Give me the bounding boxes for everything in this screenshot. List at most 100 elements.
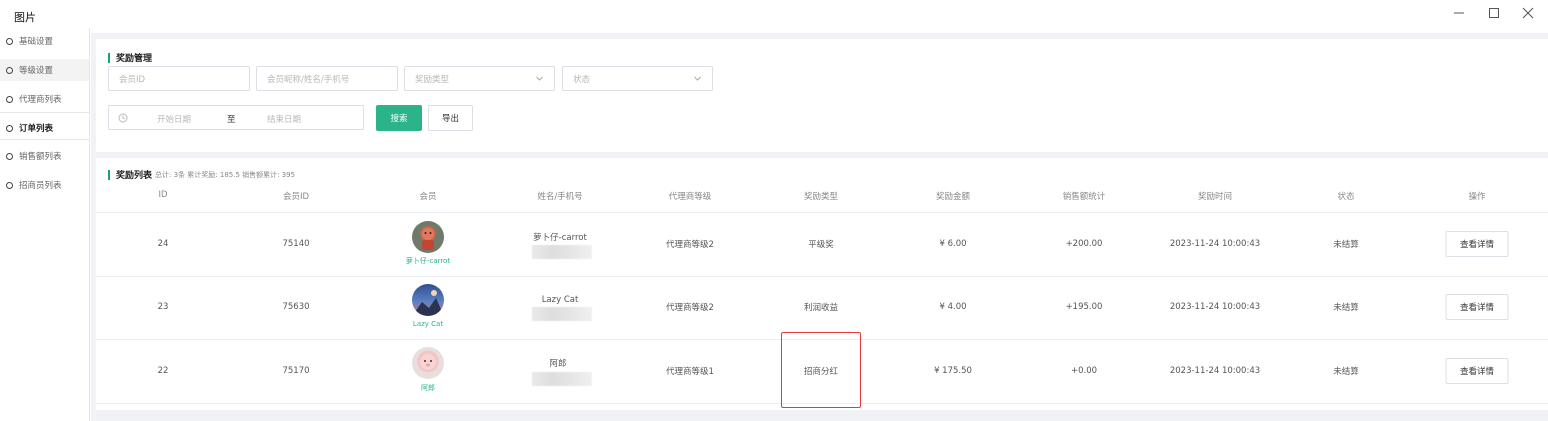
blurred-phone xyxy=(532,372,592,386)
avatar xyxy=(412,284,444,316)
radio-dot-icon xyxy=(6,124,13,132)
cell-reward-type: 利润收益 xyxy=(803,303,839,313)
member-id-input[interactable]: 会员ID xyxy=(108,66,250,91)
cell-reward-amount: ¥ 4.00 xyxy=(939,302,967,312)
cell-member-id: 75170 xyxy=(282,366,310,376)
member-info-input[interactable]: 会员昵称/姓名/手机号 xyxy=(256,66,398,91)
cell-reward-amount: ¥ 6.00 xyxy=(939,239,967,249)
maximize-icon[interactable] xyxy=(1486,5,1502,21)
section-accent-bar xyxy=(108,169,110,180)
filter-section-title: 奖励管理 xyxy=(108,51,152,64)
sidebar-item-label: 基础设置 xyxy=(19,37,54,47)
column-header-reward-amount: 奖励金额 xyxy=(935,192,971,202)
cell-agent-level: 代理商等级2 xyxy=(666,240,714,250)
sidebar-item-label: 招商员列表 xyxy=(19,181,62,191)
window-titlebar: 图片 xyxy=(0,0,1548,33)
close-icon[interactable] xyxy=(1520,5,1536,21)
column-header-actions: 操作 xyxy=(1468,192,1486,202)
cell-agent-level: 代理商等级1 xyxy=(666,367,714,377)
window-title: 图片 xyxy=(14,11,36,24)
sidebar-item-basic-settings[interactable]: 基础设置 xyxy=(0,30,89,52)
cell-reward-time: 2023-11-24 10:00:43 xyxy=(1169,239,1261,249)
column-header-name-phone: 姓名/手机号 xyxy=(537,192,583,202)
chevron-down-icon xyxy=(535,74,544,86)
minimize-icon[interactable] xyxy=(1451,5,1467,21)
row-divider xyxy=(96,212,1548,213)
cell-name: 阿郎 xyxy=(549,359,567,369)
cell-reward-type: 平级奖 xyxy=(808,240,834,250)
avatar xyxy=(412,347,444,379)
sidebar-item-order-list[interactable]: 订单列表 xyxy=(0,117,89,139)
column-header-reward-type: 奖励类型 xyxy=(803,192,839,202)
cell-reward-amount: ¥ 175.50 xyxy=(934,366,972,376)
sidebar-divider xyxy=(0,112,89,113)
view-details-button[interactable]: 查看详情 xyxy=(1445,358,1509,384)
list-section-title: 奖励列表 总计: 3条 累计奖励: 185.5 销售额累计: 395 xyxy=(108,168,295,181)
cell-sales-total: +200.00 xyxy=(1065,239,1103,249)
member-nickname: 阿郎 xyxy=(421,384,435,392)
cell-member-id: 75630 xyxy=(282,302,310,312)
view-details-button[interactable]: 查看详情 xyxy=(1445,231,1509,257)
radio-dot-icon xyxy=(6,181,13,189)
radio-dot-icon xyxy=(6,152,13,160)
sidebar: 基础设置 等级设置 代理商列表 订单列表 销售额列表 招商员列表 xyxy=(0,28,90,421)
radio-dot-icon xyxy=(6,37,13,45)
chevron-down-icon xyxy=(693,74,702,86)
cell-id: 24 xyxy=(157,239,169,249)
avatar xyxy=(412,221,444,253)
highlight-annotation-box xyxy=(781,332,861,408)
sidebar-item-recruiter-list[interactable]: 招商员列表 xyxy=(0,174,89,196)
clock-icon xyxy=(118,113,128,126)
start-date-input[interactable]: 开始日期 xyxy=(157,113,191,125)
sidebar-item-level-settings[interactable]: 等级设置 xyxy=(0,59,89,81)
sidebar-item-sales-list[interactable]: 销售额列表 xyxy=(0,145,89,167)
cell-id: 22 xyxy=(157,366,169,376)
cell-sales-total: +0.00 xyxy=(1070,366,1098,376)
view-details-button[interactable]: 查看详情 xyxy=(1445,294,1509,320)
placeholder-text: 奖励类型 xyxy=(415,74,450,85)
section-title-text: 奖励列表 xyxy=(116,171,153,181)
cell-status: 未结算 xyxy=(1333,367,1359,377)
column-header-status: 状态 xyxy=(1337,192,1355,202)
placeholder-text: 状态 xyxy=(573,74,591,85)
list-summary: 总计: 3条 累计奖励: 185.5 销售额累计: 395 xyxy=(155,170,296,179)
sidebar-item-label: 订单列表 xyxy=(19,124,54,134)
reward-type-select[interactable]: 奖励类型 xyxy=(404,66,555,91)
sidebar-item-label: 代理商列表 xyxy=(19,95,62,105)
radio-dot-icon xyxy=(6,95,13,103)
cell-status: 未结算 xyxy=(1333,240,1359,250)
column-header-member: 会员 xyxy=(419,192,437,202)
column-header-member-id: 会员ID xyxy=(282,192,310,202)
cell-reward-time: 2023-11-24 10:00:43 xyxy=(1169,366,1261,376)
cell-sales-total: +195.00 xyxy=(1065,302,1103,312)
date-range-picker[interactable]: 开始日期 至 结束日期 xyxy=(108,105,364,130)
date-separator: 至 xyxy=(227,115,236,125)
placeholder-text: 会员昵称/姓名/手机号 xyxy=(267,74,350,85)
export-button[interactable]: 导出 xyxy=(428,105,473,131)
cell-agent-level: 代理商等级2 xyxy=(666,303,714,313)
section-accent-bar xyxy=(108,52,110,63)
filter-panel xyxy=(96,39,1548,152)
section-title-text: 奖励管理 xyxy=(116,54,153,64)
cell-member-id: 75140 xyxy=(282,239,310,249)
cell-name: Lazy Cat xyxy=(541,295,579,305)
end-date-input[interactable]: 结束日期 xyxy=(267,113,301,125)
blurred-phone xyxy=(532,245,592,259)
sidebar-item-label: 等级设置 xyxy=(19,66,54,76)
row-divider xyxy=(96,276,1548,277)
sidebar-item-label: 销售额列表 xyxy=(19,152,62,162)
placeholder-text: 会员ID xyxy=(119,74,146,85)
status-select[interactable]: 状态 xyxy=(562,66,713,91)
column-header-reward-time: 奖励时间 xyxy=(1197,192,1233,202)
member-nickname: 萝卜仔-carrot xyxy=(405,257,451,265)
search-button[interactable]: 搜索 xyxy=(376,105,422,131)
radio-dot-icon xyxy=(6,66,13,74)
sidebar-divider xyxy=(0,139,89,140)
blurred-phone xyxy=(532,307,592,321)
column-header-sales-total: 销售额统计 xyxy=(1062,192,1106,202)
sidebar-item-agent-list[interactable]: 代理商列表 xyxy=(0,88,89,110)
member-nickname: Lazy Cat xyxy=(412,320,444,328)
cell-name: 萝卜仔-carrot xyxy=(533,233,587,243)
column-header-id: ID xyxy=(158,190,168,200)
cell-reward-time: 2023-11-24 10:00:43 xyxy=(1169,302,1261,312)
